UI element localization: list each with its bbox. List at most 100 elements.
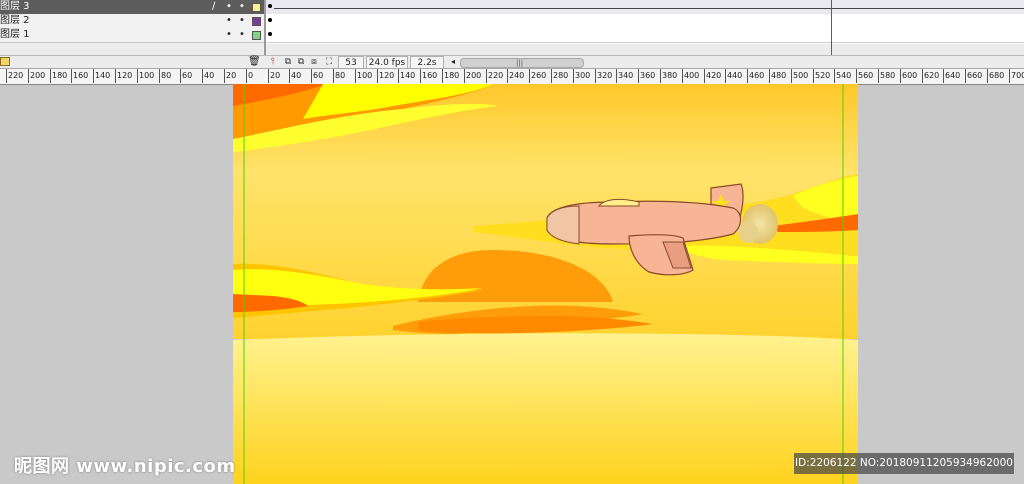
ruler-tick (420, 69, 421, 83)
ruler-tick (50, 69, 51, 83)
keyframe-icon[interactable] (268, 18, 272, 22)
ruler-tick (922, 69, 923, 83)
frame-row-1[interactable] (266, 28, 1024, 43)
ruler-tick (769, 69, 770, 83)
ruler-tick-label: 460 (749, 71, 765, 80)
outline-color-icon[interactable] (252, 17, 261, 26)
ruler-tick (791, 69, 792, 83)
ruler-tick-label: 620 (924, 71, 940, 80)
playhead[interactable] (831, 0, 832, 55)
ruler-tick (442, 69, 443, 83)
layer-list: 图层 3 ∕ • • 图层 2 • • 图层 1 • • (0, 0, 264, 44)
smoke-puff-small (738, 221, 758, 243)
ruler-tick (333, 69, 334, 83)
ruler-tick (725, 69, 726, 83)
stage-area[interactable] (0, 84, 1024, 484)
trash-icon[interactable]: 🗑 (248, 56, 261, 67)
ruler-tick (398, 69, 399, 83)
stage-canvas[interactable] (233, 84, 858, 484)
ruler-tick-label: 220 (488, 71, 504, 80)
ruler-tick (573, 69, 574, 83)
ruler-tick (180, 69, 181, 83)
ruler-tick (246, 69, 247, 83)
ruler-tick (464, 69, 465, 83)
ruler-tick (856, 69, 857, 83)
ruler-tick (900, 69, 901, 83)
ruler-tick-label: 160 (73, 71, 89, 80)
ruler-tick (595, 69, 596, 83)
ruler-tick-label: 600 (902, 71, 918, 80)
edit-multiple-frames-icon[interactable]: ⧈ (309, 57, 319, 67)
ruler-tick-label: 220 (8, 71, 24, 80)
ruler-tick (137, 69, 138, 83)
keyframe-icon[interactable] (268, 32, 272, 36)
lock-dot-icon[interactable]: • (239, 29, 245, 41)
ruler-tick (660, 69, 661, 83)
frame-row-3[interactable] (266, 0, 1024, 15)
ruler-tick-label: 0 (248, 71, 254, 80)
lock-dot-icon[interactable]: • (239, 15, 245, 27)
center-frame-icon[interactable]: ⫯ (268, 57, 278, 67)
ruler-tick (638, 69, 639, 83)
ruler-tick-label: 200 (466, 71, 482, 80)
frame-row-2[interactable] (266, 14, 1024, 29)
ruler-tick-label: 140 (400, 71, 416, 80)
ruler-tick-label: 180 (444, 71, 460, 80)
lock-dot-icon[interactable]: • (239, 1, 245, 13)
ruler-tick (878, 69, 879, 83)
ruler-tick-label: 280 (553, 71, 569, 80)
ruler-tick-label: 560 (858, 71, 874, 80)
ruler-tick-label: 20 (226, 71, 237, 80)
ruler-tick-label: 260 (531, 71, 547, 80)
new-folder-icon[interactable] (0, 57, 10, 66)
ruler-tick-label: 80 (161, 71, 172, 80)
layer-name: 图层 3 (0, 1, 30, 12)
ruler-tick-label: 20 (270, 71, 281, 80)
layer-row-1[interactable]: 图层 1 • • (0, 28, 264, 43)
ruler-tick-label: 680 (989, 71, 1005, 80)
ruler-tick-label: 180 (52, 71, 68, 80)
visibility-dot-icon[interactable]: • (226, 29, 232, 41)
ruler-tick (71, 69, 72, 83)
ruler-tick (965, 69, 966, 83)
ruler-tick-label: 160 (422, 71, 438, 80)
keyframe-icon[interactable] (268, 4, 272, 8)
visibility-dot-icon[interactable]: • (226, 15, 232, 27)
onion-outline-icon[interactable]: ⧉ (296, 57, 306, 67)
ruler-tick-label: 580 (880, 71, 896, 80)
ruler-tick (747, 69, 748, 83)
ruler-tick-label: 200 (30, 71, 46, 80)
outline-color-icon[interactable] (252, 31, 261, 40)
ruler-tick-label: 520 (815, 71, 831, 80)
ruler-tick (28, 69, 29, 83)
ruler-tick (682, 69, 683, 83)
layer-row-2[interactable]: 图层 2 • • (0, 14, 264, 29)
ruler-tick (987, 69, 988, 83)
ruler-tick (159, 69, 160, 83)
layer-row-3[interactable]: 图层 3 ∕ • • (0, 0, 264, 15)
outline-color-icon[interactable] (252, 3, 261, 12)
ruler-tick-label: 400 (684, 71, 700, 80)
onion-markers-icon[interactable]: ⛶ (324, 57, 334, 67)
ruler-tick (377, 69, 378, 83)
ruler-tick-label: 320 (597, 71, 613, 80)
frame-grid[interactable] (266, 0, 1024, 55)
ruler-tick (486, 69, 487, 83)
ruler-tick-label: 140 (95, 71, 111, 80)
ruler-tick-label: 60 (182, 71, 193, 80)
ruler-tick (6, 69, 7, 83)
ruler-tick (704, 69, 705, 83)
ruler-tick-label: 60 (313, 71, 324, 80)
image-id-badge: ID:2206122 NO:20180911205934962000 (794, 453, 1014, 474)
visibility-dot-icon[interactable]: • (226, 1, 232, 13)
scroll-thumb-grip-icon[interactable]: ||| (516, 59, 523, 67)
ruler-tick (115, 69, 116, 83)
ruler-tick-label: 340 (618, 71, 634, 80)
ruler-tick (529, 69, 530, 83)
ruler-tick (311, 69, 312, 83)
scroll-left-icon[interactable]: ◂ (451, 57, 455, 67)
ground (233, 333, 858, 484)
ruler-tick-label: 100 (357, 71, 373, 80)
onion-skin-icon[interactable]: ⧉ (283, 57, 293, 67)
ruler-tick-label: 40 (291, 71, 302, 80)
